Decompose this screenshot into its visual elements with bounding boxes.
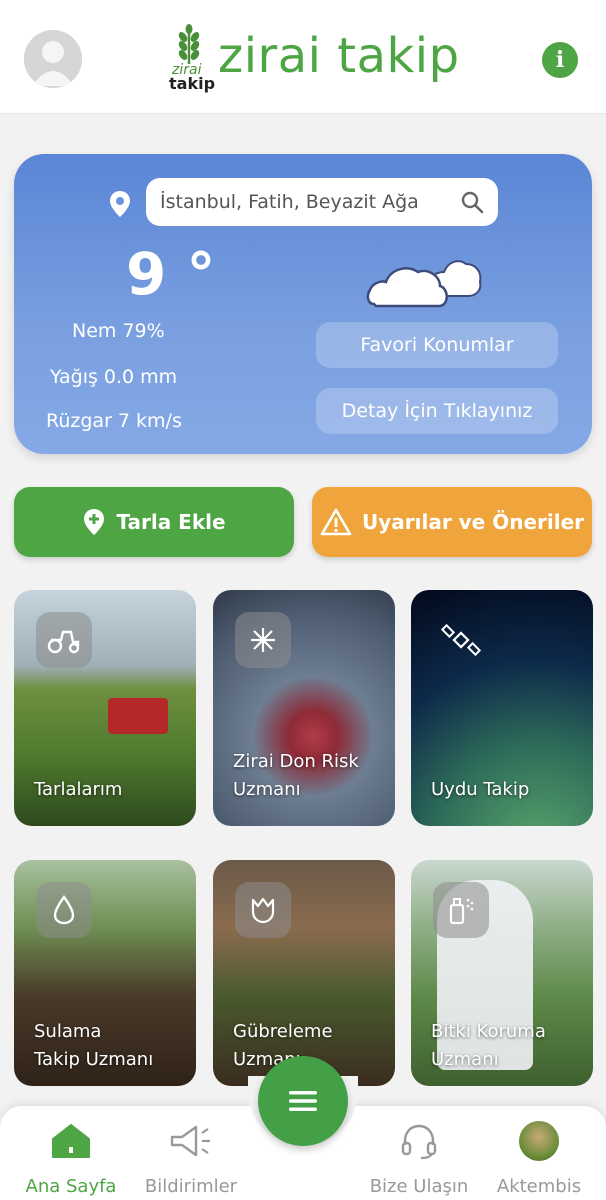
tile-label-line1: Sulama [34,1021,102,1042]
tile-label-line1: Gübreleme [233,1021,333,1042]
search-icon[interactable] [460,190,484,214]
tile-label-line2: Takip Uzmanı [34,1049,154,1070]
tile-label: Sulama Takip Uzmanı [34,1018,194,1074]
humidity-text: Nem 79% [72,320,165,342]
menu-button[interactable] [258,1056,348,1146]
tile-plant-protection[interactable]: Bitki Koruma Uzmanı [411,860,593,1086]
add-location-icon [84,509,105,535]
satellite-icon [441,623,481,657]
nav-notifications[interactable]: Bildirimler [126,1118,256,1197]
hamburger-menu-icon [289,1091,317,1111]
weather-details-button[interactable]: Detay İçin Tıklayınız [316,388,558,434]
user-silhouette-icon [24,30,82,88]
tulip-icon [251,897,275,924]
tile-icon-badge [235,882,291,938]
tile-label: Tarlalarım [34,776,194,804]
tile-label-line1: Uydu Takip [431,779,530,800]
nav-home[interactable]: Ana Sayfa [6,1118,136,1197]
tractor-icon [47,630,80,654]
info-button[interactable]: i [542,42,578,78]
warnings-button[interactable]: Uyarılar ve Öneriler [312,487,592,557]
tile-label: Bitki Koruma Uzmanı [431,1018,591,1074]
logo-small-bottom: takip [169,74,216,93]
tile-label-line1: Tarlalarım [34,779,123,800]
megaphone-icon [170,1125,210,1157]
tile-label-line1: Bitki Koruma [431,1021,546,1042]
nav-contact-label: Bize Ulaşın [369,1176,469,1197]
add-field-button[interactable]: Tarla Ekle [14,487,294,557]
info-icon: i [555,47,565,73]
nav-notifications-label: Bildirimler [144,1176,238,1197]
tile-icon-badge [36,612,92,668]
logo-text: zirai takip [218,28,460,84]
wheat-leaf-icon [178,24,200,64]
sprayer-icon [449,898,474,925]
tile-fields[interactable]: Tarlalarım [14,590,196,826]
tile-icon-badge [433,882,489,938]
favorite-locations-button[interactable]: Favori Konumlar [316,322,558,368]
tile-icon-badge [235,612,291,668]
wind-text: Rüzgar 7 km/s [46,410,182,432]
nav-profile[interactable]: Aktembis [474,1118,604,1197]
warnings-label: Uyarılar ve Öneriler [361,510,585,534]
nav-home-label: Ana Sayfa [25,1176,117,1197]
tile-label-line2: Uzmanı [431,1049,499,1070]
tile-label-line1: Zirai Don Risk [233,751,359,772]
tile-frost-risk[interactable]: Zirai Don Risk Uzmanı [213,590,395,826]
profile-avatar [519,1121,559,1161]
snowflake-icon [251,628,275,652]
tile-label: Zirai Don Risk Uzmanı [233,748,393,804]
tile-label: Uydu Takip [431,776,591,804]
logo-mark: zirai takip [164,22,216,94]
tile-fertilization[interactable]: Gübreleme Uzmanı [213,860,395,1086]
add-field-label: Tarla Ekle [116,510,226,534]
tile-icon-badge [433,612,489,668]
nav-contact[interactable]: Bize Ulaşın [354,1118,484,1197]
app-header: zirai takip zirai takip i [0,0,606,114]
tile-icon-badge [36,882,92,938]
home-icon [52,1124,90,1158]
tile-label-line2: Uzmanı [233,779,301,800]
tractor-image [108,698,168,734]
tile-irrigation[interactable]: Sulama Takip Uzmanı [14,860,196,1086]
warning-triangle-icon [320,508,352,536]
user-avatar-button[interactable] [24,30,82,88]
nav-profile-label: Aktembis [496,1176,582,1197]
cloud-icon [366,260,482,308]
temperature-value: 9 ° [126,240,216,308]
headset-icon [401,1124,437,1160]
tile-satellite[interactable]: Uydu Takip [411,590,593,826]
water-drop-icon [53,895,75,925]
weather-card[interactable]: İstanbul, Fatih, Beyazit Ağa 9 ° Nem 79%… [14,154,592,454]
location-search-input[interactable]: İstanbul, Fatih, Beyazit Ağa [146,178,498,226]
location-pin-icon[interactable] [108,190,132,218]
precipitation-text: Yağış 0.0 mm [50,366,178,388]
location-search-value[interactable]: İstanbul, Fatih, Beyazit Ağa [160,191,454,213]
